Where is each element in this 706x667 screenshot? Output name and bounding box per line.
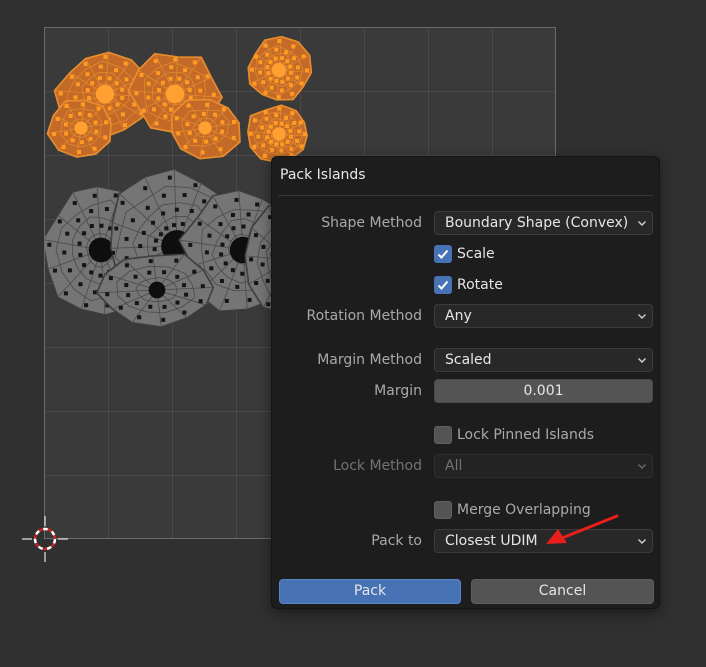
lock-method-dropdown[interactable]: All xyxy=(434,454,653,478)
margin-number-field[interactable]: 0.001 xyxy=(434,379,653,403)
rotation-method-value: Any xyxy=(445,308,472,324)
chevron-down-icon xyxy=(638,358,646,363)
checkmark-icon xyxy=(434,245,452,263)
selected-uv-island xyxy=(247,35,313,101)
rotation-method-dropdown[interactable]: Any xyxy=(434,304,653,328)
lock-pinned-islands-label: Lock Pinned Islands xyxy=(457,427,595,443)
lock-method-value: All xyxy=(445,458,463,474)
uv-editor-viewport[interactable]: Pack Islands Shape Method Boundary Shape… xyxy=(0,0,706,667)
rotate-label: Rotate xyxy=(457,277,503,293)
lock-method-row: Lock Method All xyxy=(272,454,659,478)
lock-pinned-islands-checkbox[interactable]: Lock Pinned Islands xyxy=(434,423,594,447)
checkbox-unchecked xyxy=(434,426,452,444)
chevron-down-icon xyxy=(638,539,646,544)
chevron-down-icon xyxy=(638,464,646,469)
lock-method-label: Lock Method xyxy=(333,458,422,474)
cancel-button[interactable]: Cancel xyxy=(471,579,654,604)
rotation-method-label: Rotation Method xyxy=(306,308,422,324)
shape-method-row: Shape Method Boundary Shape (Convex) xyxy=(272,211,659,235)
2d-cursor-icon[interactable] xyxy=(22,516,68,562)
pack-button[interactable]: Pack xyxy=(279,579,461,604)
chevron-down-icon xyxy=(638,314,646,319)
rotate-row: Rotate xyxy=(272,273,659,297)
scale-label: Scale xyxy=(457,246,495,262)
lock-pinned-islands-row: Lock Pinned Islands xyxy=(272,423,659,447)
margin-label: Margin xyxy=(374,383,422,399)
selected-uv-island xyxy=(171,98,241,160)
margin-method-label: Margin Method xyxy=(317,352,422,368)
chevron-down-icon xyxy=(638,221,646,226)
shape-method-label: Shape Method xyxy=(321,215,422,231)
margin-method-row: Margin Method Scaled xyxy=(272,348,659,372)
title-separator xyxy=(278,195,653,196)
shape-method-value: Boundary Shape (Convex) xyxy=(445,215,629,231)
checkmark-icon xyxy=(434,276,452,294)
shape-method-dropdown[interactable]: Boundary Shape (Convex) xyxy=(434,211,653,235)
margin-method-value: Scaled xyxy=(445,352,492,368)
pack-to-label: Pack to xyxy=(371,533,422,549)
margin-method-dropdown[interactable]: Scaled xyxy=(434,348,653,372)
margin-row: Margin 0.001 xyxy=(272,379,659,403)
selected-uv-island xyxy=(46,99,112,158)
selected-uv-island xyxy=(247,104,308,163)
scale-row: Scale xyxy=(272,242,659,266)
annotation-arrow xyxy=(546,514,619,544)
checkbox-unchecked xyxy=(434,501,452,519)
pack-to-value: Closest UDIM xyxy=(445,533,538,549)
dialog-title: Pack Islands xyxy=(280,167,366,183)
scale-checkbox[interactable]: Scale xyxy=(434,242,495,266)
rotate-checkbox[interactable]: Rotate xyxy=(434,273,503,297)
rotation-method-row: Rotation Method Any xyxy=(272,304,659,328)
